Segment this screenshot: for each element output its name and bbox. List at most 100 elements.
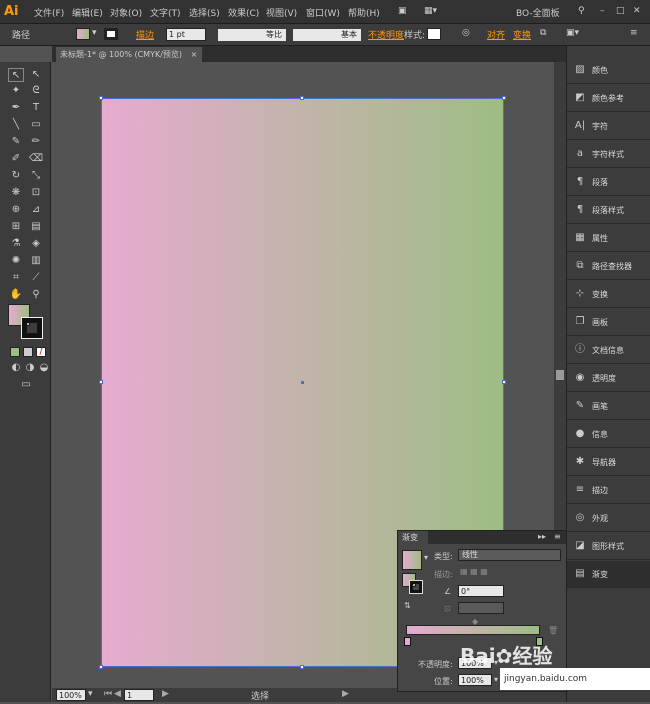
stop-location-input[interactable]: 100% — [458, 674, 492, 686]
slice-tool-icon[interactable]: ⟋ — [28, 271, 44, 285]
align-link[interactable]: 对齐 — [487, 28, 505, 41]
free-transform-tool-icon[interactable]: ⊡ — [28, 186, 44, 200]
panel-color[interactable]: ▨ 颜色 — [567, 57, 650, 84]
opacity-link[interactable]: 不透明度 — [368, 28, 404, 41]
screen-mode-icon[interactable]: ▭ — [18, 378, 34, 392]
document-tab[interactable]: 未标题-1* @ 100% (CMYK/预览) × — [56, 47, 202, 62]
arrange-icon[interactable]: ▦▾ — [424, 6, 437, 16]
angle-input[interactable]: 0° — [458, 585, 504, 597]
line-tool-icon[interactable]: ╲ — [8, 118, 24, 132]
blend-tool-icon[interactable]: ◈ — [28, 237, 44, 251]
shape-builder-tool-icon[interactable]: ⊕ — [8, 203, 24, 217]
panel-attributes[interactable]: ▦ 属性 — [567, 225, 650, 252]
delete-stop-icon[interactable]: 🗑 — [548, 626, 558, 635]
panel-info[interactable]: ● 信息 — [567, 421, 650, 448]
warp-tool-icon[interactable]: ❋ — [8, 186, 24, 200]
draw-inside-icon[interactable]: ◒ — [36, 361, 52, 375]
panel-gradient[interactable]: ▤ 渐变 — [567, 561, 650, 588]
blob-brush-tool-icon[interactable]: ✐ — [8, 152, 24, 166]
menu-effect[interactable]: 效果(C) — [228, 6, 259, 19]
zoom-tool-icon[interactable]: ⚲ — [28, 288, 44, 302]
pen-tool-icon[interactable]: ✒ — [8, 101, 24, 115]
zoom-input[interactable]: 100% — [56, 689, 86, 701]
bounding-handle[interactable] — [99, 380, 103, 384]
gradient-panel-tab[interactable]: 渐变 — [398, 531, 428, 544]
menu-help[interactable]: 帮助(H) — [348, 6, 380, 19]
panel-graphic-styles[interactable]: ◪ 图形样式 — [567, 533, 650, 560]
bounding-handle[interactable] — [502, 96, 506, 100]
selection-tool-icon[interactable]: ↖ — [8, 68, 24, 82]
recolor-icon[interactable]: ◎ — [462, 28, 470, 38]
transform-link[interactable]: 变换 — [513, 28, 531, 41]
gradient-mode-icon[interactable] — [23, 347, 33, 357]
panel-transform[interactable]: ⊹ 变换 — [567, 281, 650, 308]
fill-swatch[interactable] — [76, 28, 90, 40]
gradient-tool-icon[interactable]: ▤ — [28, 220, 44, 234]
bounding-handle[interactable] — [99, 665, 103, 669]
eraser-tool-icon[interactable]: ⌫ — [28, 152, 44, 166]
isolate-icon[interactable]: ⧉ — [540, 28, 546, 38]
rectangle-tool-icon[interactable]: ▭ — [28, 118, 44, 132]
brush-dropdown[interactable]: 基本 — [293, 29, 361, 41]
panel-appearance[interactable]: ◎ 外观 — [567, 505, 650, 532]
menu-select[interactable]: 选择(S) — [189, 6, 220, 19]
bridge-icon[interactable]: ▣ — [398, 6, 407, 16]
lasso-tool-icon[interactable]: ᘓ — [28, 84, 44, 98]
panel-artboards[interactable]: ❐ 画板 — [567, 309, 650, 336]
graph-tool-icon[interactable]: ▥ — [28, 254, 44, 268]
magic-wand-tool-icon[interactable]: ✦ — [8, 84, 24, 98]
chevron-down-icon[interactable]: ▾ — [424, 553, 428, 562]
panel-transparency[interactable]: ◉ 透明度 — [567, 365, 650, 392]
stroke-weight-input[interactable]: 1 pt — [166, 28, 206, 41]
panel-menu-icon[interactable]: ≡ — [554, 532, 561, 541]
menu-window[interactable]: 窗口(W) — [306, 6, 340, 19]
workspace-switcher[interactable]: BO-全面板 — [516, 6, 560, 19]
status-arrow-icon[interactable]: ▶ — [342, 689, 349, 699]
bounding-handle[interactable] — [300, 96, 304, 100]
color-mode-icon[interactable] — [10, 347, 20, 357]
none-mode-icon[interactable]: / — [36, 347, 46, 357]
menu-edit[interactable]: 编辑(E) — [72, 6, 103, 19]
maximize-icon[interactable]: □ — [616, 6, 625, 16]
panel-paragraph-style[interactable]: ¶ 段落样式 — [567, 197, 650, 224]
panel-navigator[interactable]: ✱ 导航器 — [567, 449, 650, 476]
stroke-link[interactable]: 描边 — [136, 28, 154, 41]
scroll-thumb[interactable] — [556, 370, 564, 380]
search-icon[interactable]: ⚲ — [578, 6, 585, 16]
perspective-grid-tool-icon[interactable]: ⊿ — [28, 203, 44, 217]
scale-tool-icon[interactable]: ⤡ — [28, 169, 44, 183]
bounding-handle[interactable] — [502, 380, 506, 384]
eyedropper-tool-icon[interactable]: ⚗ — [8, 237, 24, 251]
next-artboard-icon[interactable]: ▶ — [162, 689, 169, 699]
artboard-number-input[interactable]: 1 — [124, 689, 154, 701]
prev-artboard-icon[interactable]: ◀ — [114, 689, 121, 699]
panel-brushes[interactable]: ✎ 画笔 — [567, 393, 650, 420]
rotate-tool-icon[interactable]: ↻ — [8, 169, 24, 183]
chevron-down-icon[interactable]: ▾ — [92, 28, 97, 38]
close-icon[interactable]: ✕ — [633, 6, 641, 16]
direct-selection-tool-icon[interactable]: ↖ — [28, 68, 44, 82]
menu-object[interactable]: 对象(O) — [110, 6, 142, 19]
menu-type[interactable]: 文字(T) — [150, 6, 181, 19]
panel-character-style[interactable]: a 字符样式 — [567, 141, 650, 168]
mesh-tool-icon[interactable]: ⊞ — [8, 220, 24, 234]
panel-color-guide[interactable]: ◩ 颜色参考 — [567, 85, 650, 112]
stroke-gradient-options-icon[interactable]: ▦ ▦ ▦ — [460, 567, 488, 576]
style-swatch[interactable] — [427, 28, 441, 40]
hand-tool-icon[interactable]: ✋ — [8, 288, 24, 302]
bounding-handle[interactable] — [300, 665, 304, 669]
type-tool-icon[interactable]: T — [28, 101, 44, 115]
paintbrush-tool-icon[interactable]: ✎ — [8, 135, 24, 149]
menu-file[interactable]: 文件(F) — [34, 6, 64, 19]
panel-menu-icon[interactable]: ≡ — [630, 28, 638, 38]
pencil-tool-icon[interactable]: ✏ — [28, 135, 44, 149]
minimize-icon[interactable]: – — [600, 6, 605, 16]
gradient-slider[interactable] — [406, 625, 540, 635]
panel-document-info[interactable]: ⓘ 文档信息 — [567, 337, 650, 364]
stroke-color-box[interactable] — [21, 317, 43, 339]
artboard-tool-icon[interactable]: ⌗ — [8, 271, 24, 285]
zoom-dropdown-icon[interactable]: ▾ — [88, 689, 93, 699]
reverse-gradient-icon[interactable]: ⇅ — [404, 601, 411, 610]
arrange-docs-icon[interactable]: ▣▾ — [566, 28, 579, 38]
symbol-sprayer-tool-icon[interactable]: ✺ — [8, 254, 24, 268]
